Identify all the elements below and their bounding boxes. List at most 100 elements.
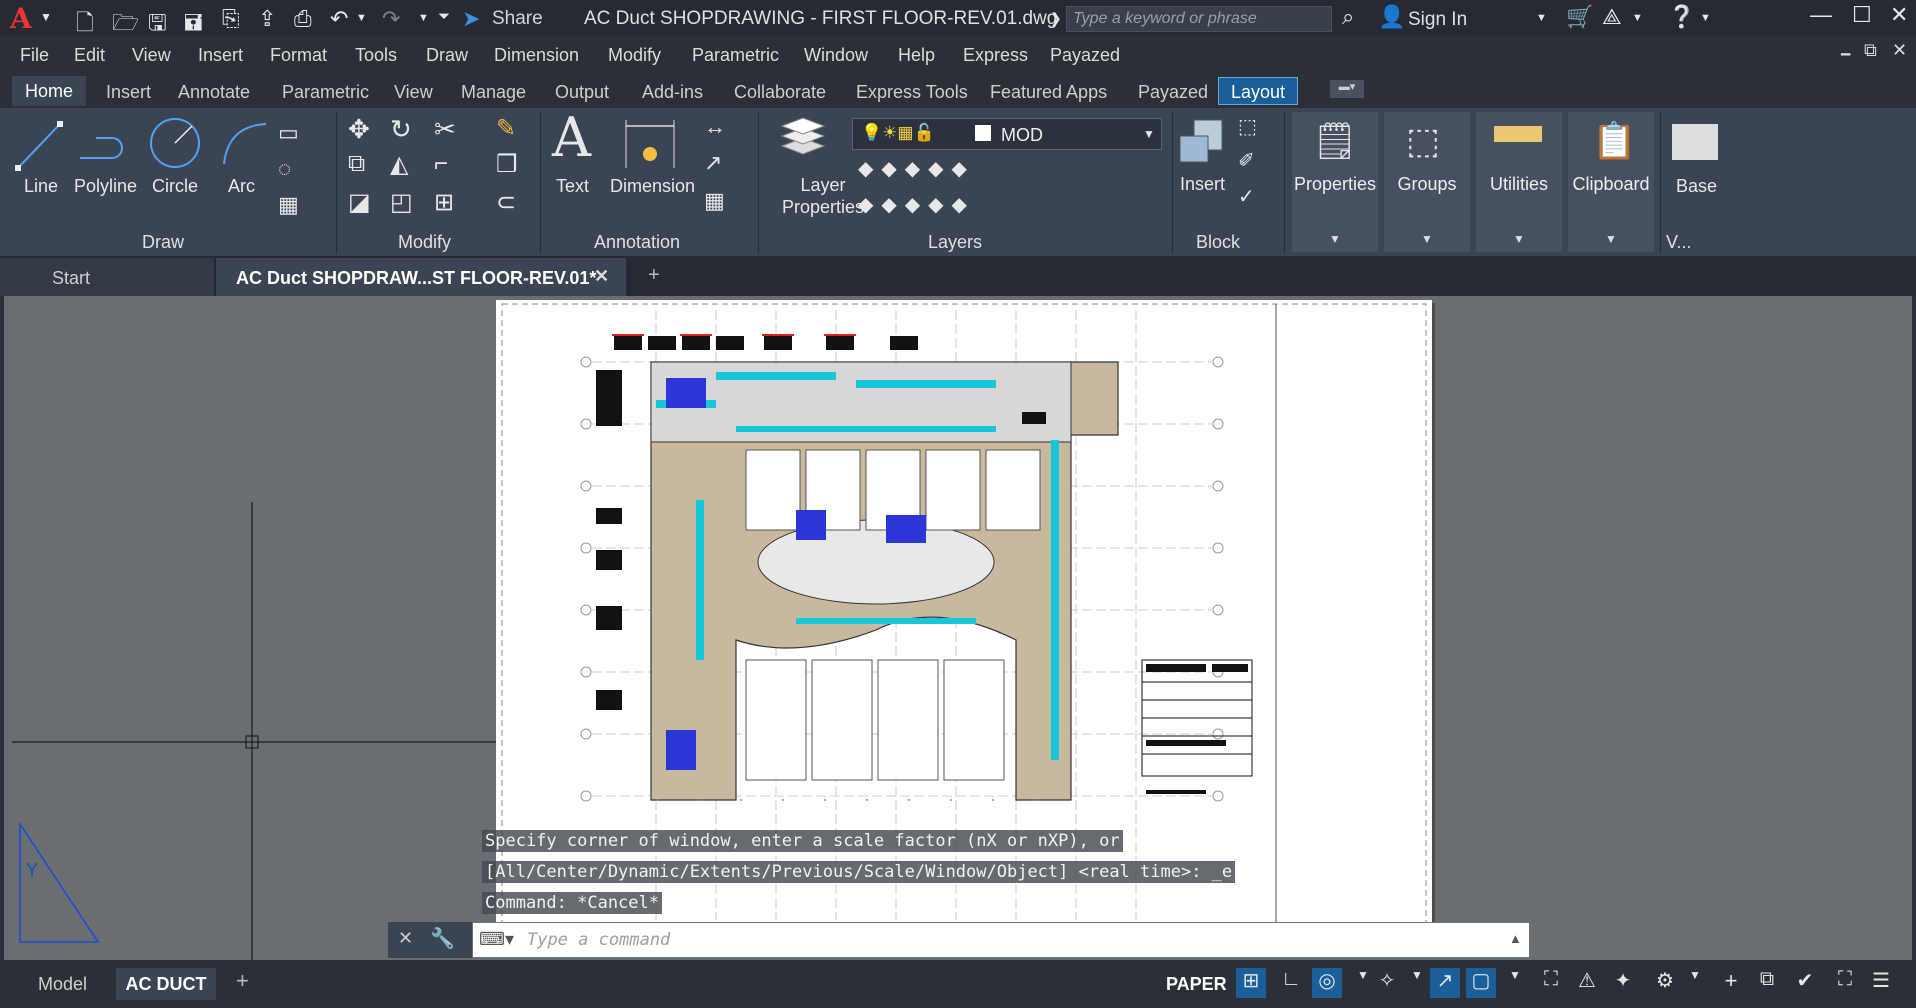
base-button[interactable]: Base [1676, 176, 1717, 197]
customization-icon[interactable]: ☰ [1866, 968, 1896, 998]
offset-icon[interactable]: ⊂ [496, 188, 516, 217]
search-icon[interactable]: ⌕ [1342, 4, 1354, 30]
app-menu-dropdown-icon[interactable]: ▼ [40, 10, 52, 24]
tab-featured-apps[interactable]: Featured Apps [990, 82, 1107, 103]
autocad-logo-icon[interactable]: A [10, 2, 32, 35]
redo-dropdown-icon[interactable]: ▼ [418, 12, 429, 24]
layout-tab-ac-duct[interactable]: AC DUCT [116, 968, 216, 1000]
tab-insert[interactable]: Insert [106, 82, 151, 103]
block-group-label[interactable]: Block [1196, 232, 1240, 253]
isodraft-dropdown-icon[interactable]: ▼ [1402, 968, 1432, 998]
doc-close-icon[interactable]: ✕ [1892, 40, 1907, 61]
gradient-icon[interactable]: ▦ [278, 192, 299, 218]
fillet-icon[interactable]: ⌐ [434, 150, 448, 178]
mirror-icon[interactable]: ◭ [390, 150, 408, 179]
undo-icon[interactable]: ↶ [330, 6, 348, 32]
draw-group-label[interactable]: Draw [142, 232, 184, 253]
paper-space-toggle[interactable]: PAPER [1166, 974, 1227, 995]
text-button[interactable]: Text [556, 176, 589, 197]
trim-icon[interactable]: ✂ [434, 114, 456, 145]
erase-icon[interactable]: ✎ [496, 114, 516, 143]
insert-button[interactable]: Insert [1180, 174, 1225, 195]
clean-screen-icon[interactable]: ⛶ [1830, 968, 1860, 998]
command-input[interactable]: ⌨▾ Type a command ▲ [472, 922, 1530, 958]
tab-annotate[interactable]: Annotate [178, 82, 250, 103]
layer-tools-row2-icon[interactable]: ◆◆◆◆◆ [858, 192, 975, 217]
tab-express-tools[interactable]: Express Tools [856, 82, 968, 103]
help-dropdown-icon[interactable]: ▼ [1700, 12, 1711, 24]
dimension-button[interactable]: Dimension [610, 176, 695, 197]
tab-layout[interactable]: Layout [1218, 77, 1298, 105]
ribbon-minimize-icon[interactable]: ▬▾ [1330, 80, 1364, 98]
properties-panel[interactable]: 🗒 Properties ▼ [1292, 112, 1378, 252]
clipboard-panel[interactable]: 📋 Clipboard ▼ [1568, 112, 1654, 252]
model-tab[interactable]: Model [38, 974, 87, 995]
annotation-group-label[interactable]: Annotation [594, 232, 680, 253]
view-group-label[interactable]: V... [1666, 232, 1691, 253]
groups-panel[interactable]: ⬚ Groups ▼ [1384, 112, 1470, 252]
menu-dimension[interactable]: Dimension [494, 45, 579, 66]
cart-icon[interactable]: 🛒 [1566, 4, 1593, 30]
linear-dim-icon[interactable]: ↔ [704, 114, 726, 140]
array-icon[interactable]: ⊞ [434, 188, 454, 217]
maximize-icon[interactable]: ☐ [1852, 2, 1872, 28]
annotation-monitor-icon[interactable]: + [1716, 968, 1746, 998]
circle-button[interactable]: Circle [152, 176, 198, 197]
utilities-panel[interactable]: Utilities ▼ [1476, 112, 1562, 252]
object-snap-icon[interactable]: ▢ [1466, 968, 1496, 998]
user-icon[interactable]: 👤 [1378, 4, 1405, 30]
app-dropdown-icon[interactable]: ▼ [1632, 12, 1643, 24]
hardware-acceleration-icon[interactable]: ✔ [1790, 968, 1820, 998]
tab-collaborate[interactable]: Collaborate [734, 82, 826, 103]
redo-icon[interactable]: ↷ [382, 6, 400, 32]
ortho-icon[interactable]: ∟ [1276, 968, 1306, 998]
autodesk-app-icon[interactable]: ⟁ [1602, 4, 1622, 30]
move-icon[interactable]: ✥ [348, 114, 370, 145]
stretch-icon[interactable]: ◪ [348, 188, 371, 217]
polar-tracking-icon[interactable]: ◎ [1312, 968, 1342, 998]
menu-window[interactable]: Window [804, 45, 868, 66]
layer-tools-row1-icon[interactable]: ◆◆◆◆◆ [858, 156, 975, 181]
customize-toolbar-icon[interactable]: ⏷ [438, 8, 450, 25]
menu-modify[interactable]: Modify [608, 45, 661, 66]
tab-view[interactable]: View [394, 82, 433, 103]
menu-draw[interactable]: Draw [426, 45, 468, 66]
polyline-button[interactable]: Polyline [74, 176, 137, 197]
plot-icon[interactable]: ⎙ [294, 6, 312, 32]
create-block-icon[interactable]: ⬚ [1238, 114, 1257, 139]
scale-icon[interactable]: ◰ [390, 188, 413, 217]
menu-view[interactable]: View [132, 45, 171, 66]
help-icon[interactable]: ❔ [1668, 4, 1695, 30]
command-close-icon[interactable]: ✕ [398, 928, 413, 949]
tab-output[interactable]: Output [555, 82, 609, 103]
tab-home[interactable]: Home [12, 76, 86, 106]
viewport-scale-icon[interactable]: ⛶ [1536, 968, 1566, 998]
doc-minimize-icon[interactable]: 🗕 [1840, 42, 1851, 69]
arc-button[interactable]: Arc [228, 176, 255, 197]
tab-manage[interactable]: Manage [461, 82, 526, 103]
annotation-visibility-icon[interactable]: ⚠ [1572, 968, 1602, 998]
start-tab[interactable]: Start [0, 258, 214, 296]
tab-payazed[interactable]: Payazed [1138, 82, 1208, 103]
object-snap-dropdown-icon[interactable]: ▼ [1500, 968, 1530, 998]
menu-edit[interactable]: Edit [74, 45, 105, 66]
rotate-icon[interactable]: ↻ [390, 114, 412, 145]
menu-parametric[interactable]: Parametric [692, 45, 779, 66]
sign-in-button[interactable]: Sign In [1408, 9, 1467, 31]
menu-help[interactable]: Help [898, 45, 935, 66]
menu-tools[interactable]: Tools [355, 45, 397, 66]
edit-block-icon[interactable]: ✐ [1238, 148, 1255, 173]
modify-group-label[interactable]: Modify [398, 232, 451, 253]
export-icon[interactable]: ⇪ [258, 6, 276, 32]
isolate-objects-icon[interactable]: ⧉ [1752, 968, 1782, 998]
publish-icon[interactable]: ⎘ [222, 6, 240, 32]
workspace-dropdown-icon[interactable]: ▼ [1680, 968, 1710, 998]
grid-icon[interactable]: ⊞ [1236, 968, 1266, 998]
hatch-icon[interactable]: ◌ [278, 156, 291, 182]
command-customize-icon[interactable]: 🔧 [430, 926, 455, 951]
add-layout-icon[interactable]: + [236, 968, 249, 994]
menu-express[interactable]: Express [963, 45, 1028, 66]
line-button[interactable]: Line [24, 176, 58, 197]
workspace-gear-icon[interactable]: ⚙ [1650, 968, 1680, 998]
search-input[interactable]: Type a keyword or phrase [1066, 6, 1332, 32]
